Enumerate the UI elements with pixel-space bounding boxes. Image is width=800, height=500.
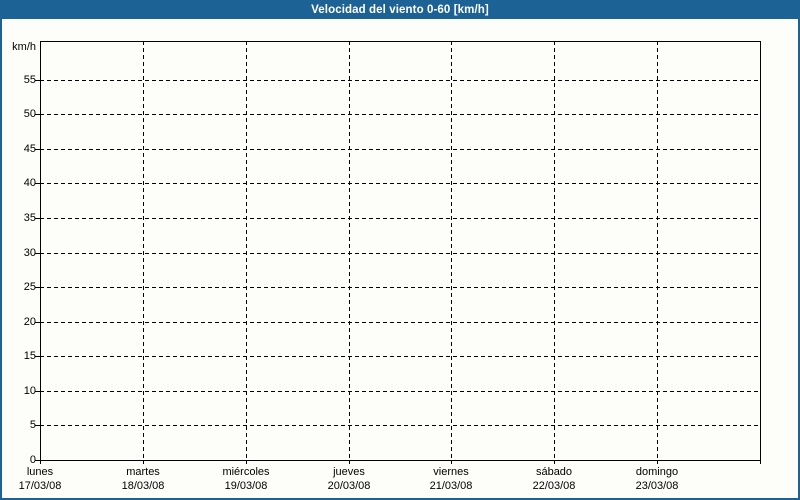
day-name-label: sábado bbox=[535, 466, 573, 478]
y-tick-label-55: 55 bbox=[23, 74, 36, 86]
date-label: 23/03/08 bbox=[635, 480, 679, 492]
axis-labels-layer: 0 5 10 15 20 25 30 35 40 45 50 55 lunes 17/03/08 marte… bbox=[0, 0, 800, 500]
day-name-label: viernes bbox=[433, 466, 469, 478]
date-label: 20/03/08 bbox=[327, 480, 371, 492]
y-tick-label-45: 45 bbox=[23, 143, 36, 155]
y-tick-label-35: 35 bbox=[23, 212, 36, 224]
date-label: 22/03/08 bbox=[532, 480, 576, 492]
y-tick-label-10: 10 bbox=[23, 385, 36, 397]
date-label: 21/03/08 bbox=[429, 480, 473, 492]
x-axis-label-viernes: viernes 21/03/08 bbox=[396, 465, 506, 493]
day-name-label: domingo bbox=[635, 466, 679, 478]
y-tick-label-40: 40 bbox=[23, 177, 36, 189]
y-tick-label-25: 25 bbox=[23, 281, 36, 293]
x-axis-label-sábado: sábado 22/03/08 bbox=[499, 465, 609, 493]
y-tick-label-5: 5 bbox=[29, 419, 36, 431]
day-name-label: jueves bbox=[333, 466, 365, 478]
x-axis-label-lunes: lunes 17/03/08 bbox=[0, 465, 95, 493]
day-name-label: lunes bbox=[26, 466, 54, 478]
y-tick-label-30: 30 bbox=[23, 247, 36, 259]
date-label: 17/03/08 bbox=[18, 480, 62, 492]
date-label: 19/03/08 bbox=[224, 480, 268, 492]
x-axis-label-miércoles: miércoles 19/03/08 bbox=[191, 465, 301, 493]
x-axis-label-jueves: jueves 20/03/08 bbox=[294, 465, 404, 493]
y-tick-label-50: 50 bbox=[23, 108, 36, 120]
x-axis-label-martes: martes 18/03/08 bbox=[88, 465, 198, 493]
chart-title-bar: Velocidad del viento 0-60 [km/h] bbox=[0, 0, 800, 19]
y-tick-label-20: 20 bbox=[23, 316, 36, 328]
day-name-label: martes bbox=[126, 466, 160, 478]
day-name-label: miércoles bbox=[222, 466, 270, 478]
date-label: 18/03/08 bbox=[121, 480, 165, 492]
y-tick-label-15: 15 bbox=[23, 350, 36, 362]
x-axis-label-domingo: domingo 23/03/08 bbox=[602, 465, 712, 493]
chart-title: Velocidad del viento 0-60 [km/h] bbox=[311, 3, 489, 16]
